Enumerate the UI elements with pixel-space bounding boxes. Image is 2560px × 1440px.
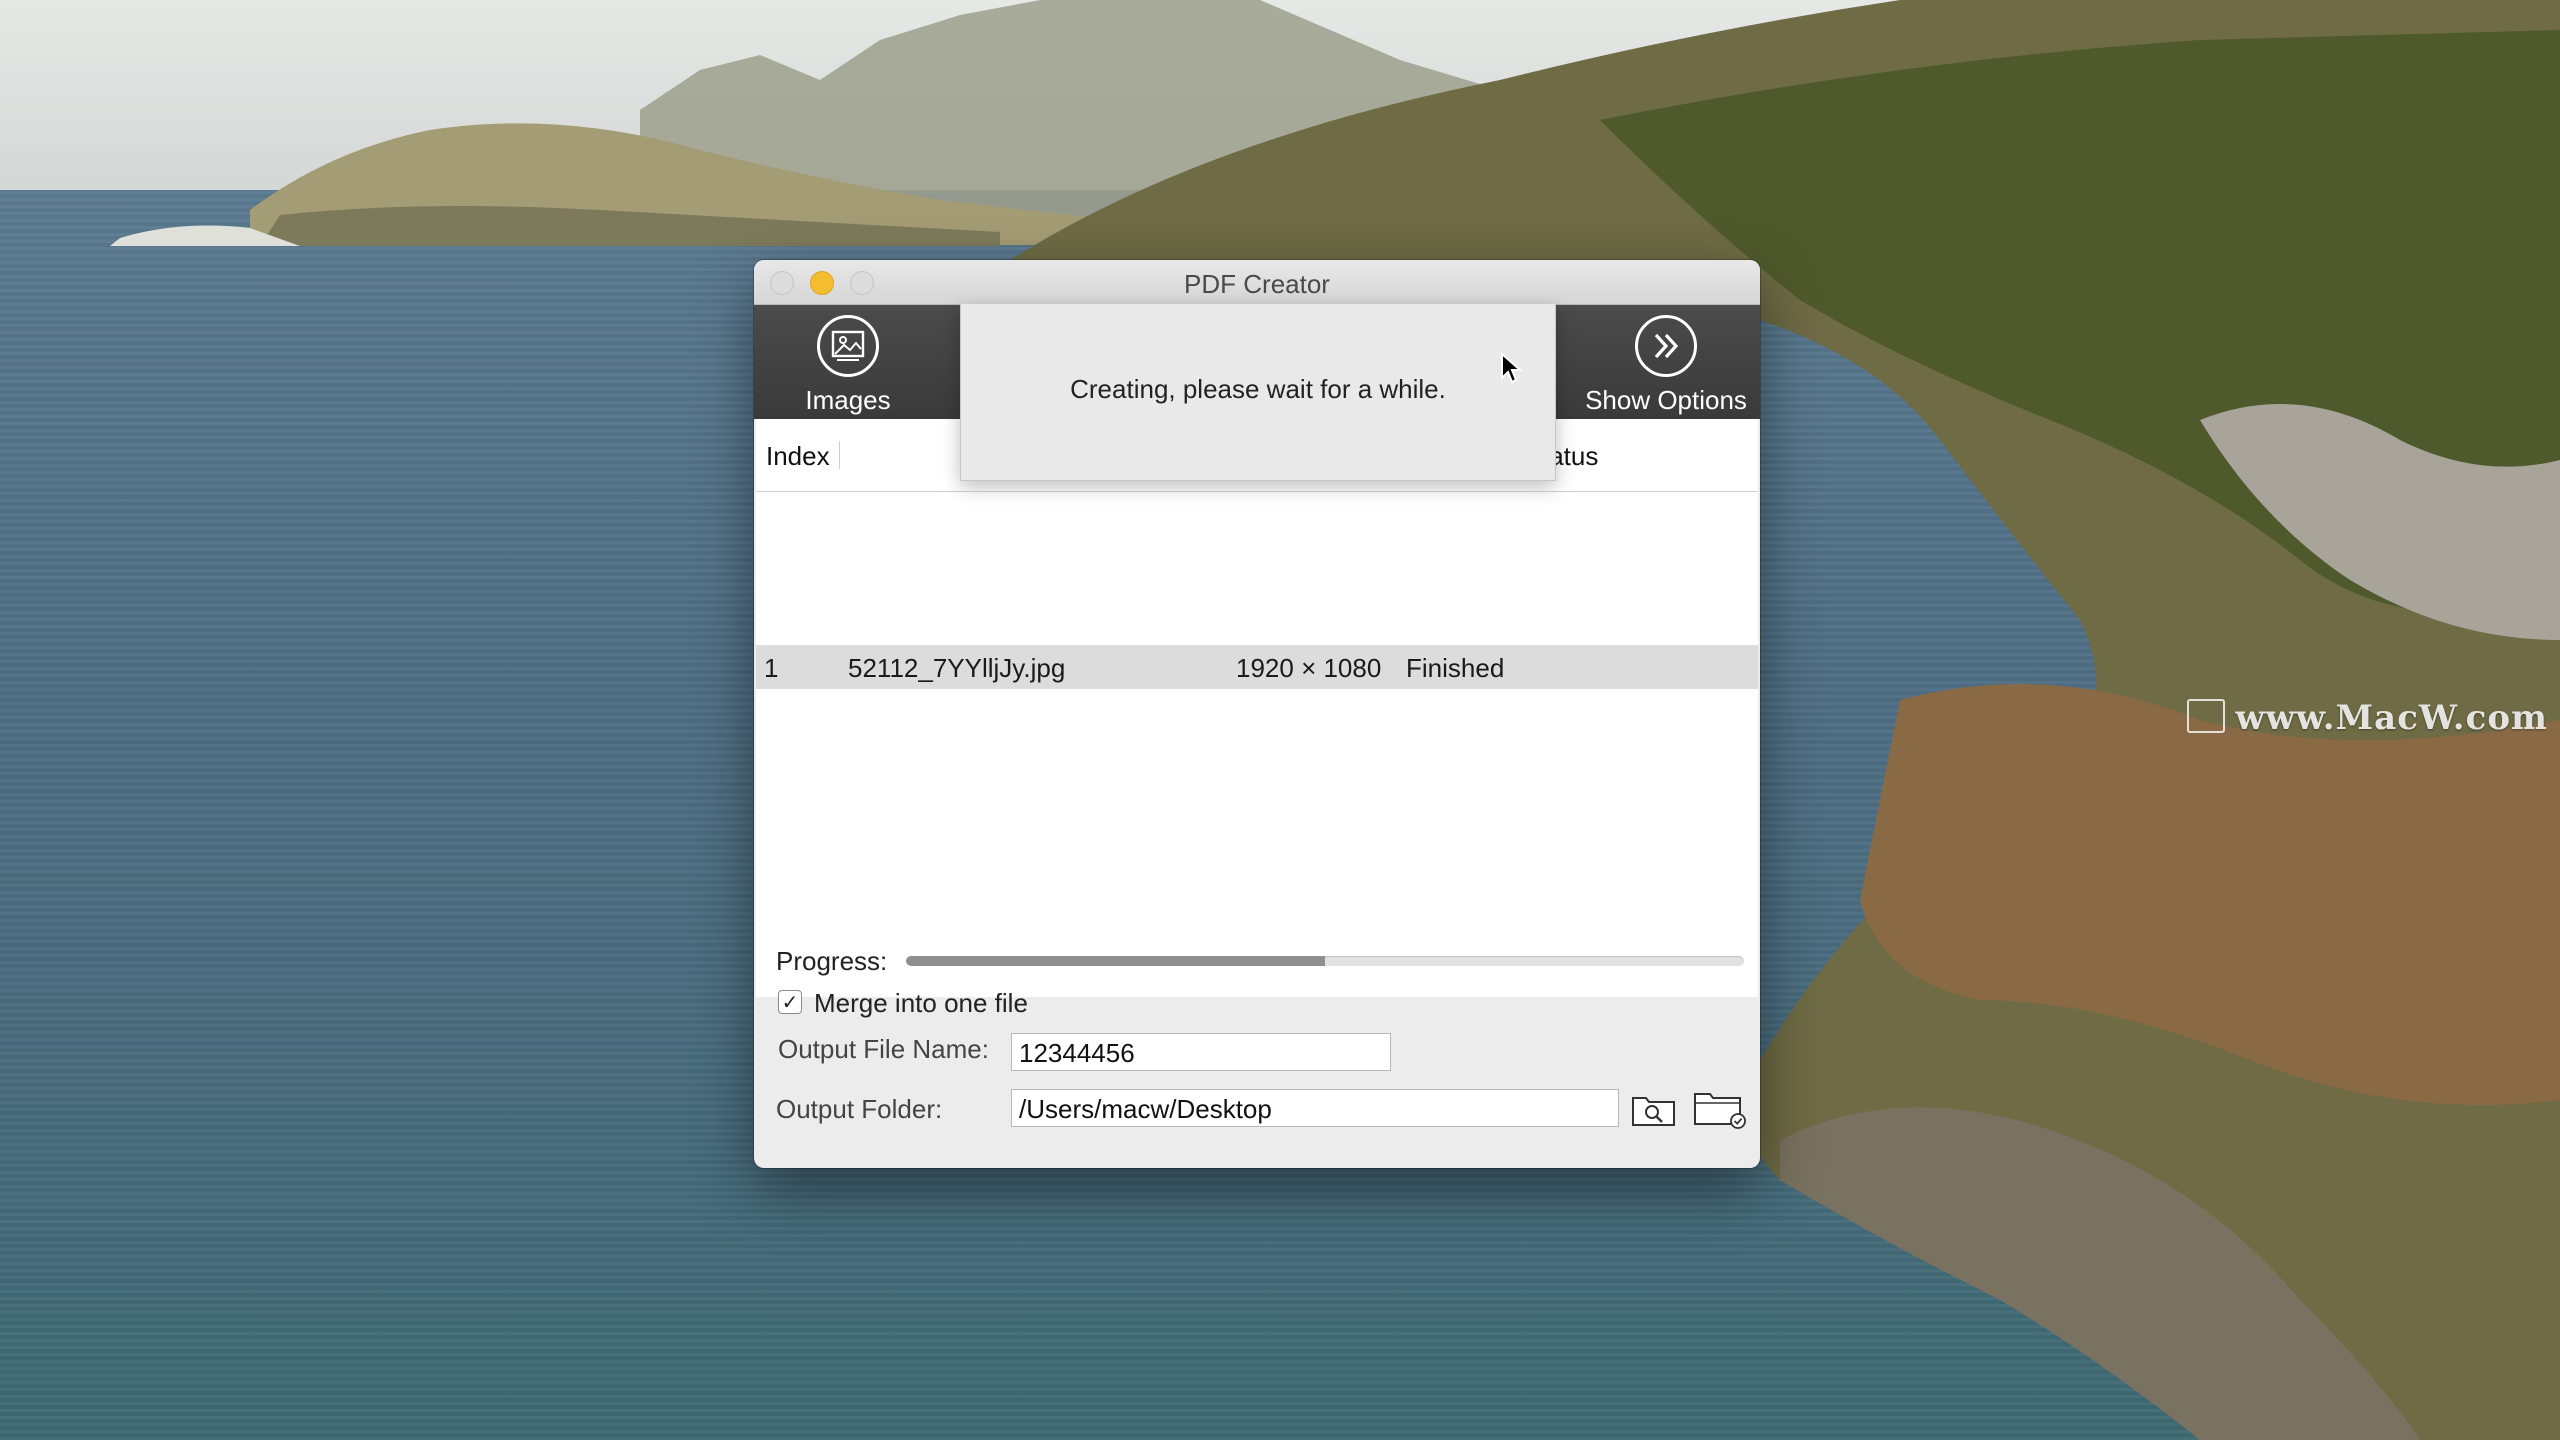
row-status: Finished <box>1406 653 1505 683</box>
title-bar[interactable]: PDF Creator <box>754 260 1760 305</box>
folder-search-icon[interactable] <box>1630 1090 1678 1133</box>
table-row[interactable]: 1 52112_7YYlljJy.jpg 1920 × 1080 Finishe… <box>756 645 1758 689</box>
sheet-message: Creating, please wait for a while. <box>1070 374 1446 404</box>
output-folder-label: Output Folder: <box>776 1094 943 1124</box>
progress-fill <box>906 956 1325 966</box>
image-icon <box>817 315 879 377</box>
progress-sheet: Creating, please wait for a while. <box>960 304 1556 481</box>
show-options-label: Show Options <box>1585 385 1747 415</box>
column-header-index[interactable]: Index <box>766 441 830 472</box>
images-button-label: Images <box>805 385 891 415</box>
images-button[interactable]: Images <box>778 305 918 419</box>
file-table: Index tatus 1 52112_7YYlljJy.jpg 1920 × … <box>756 419 1758 997</box>
mouse-pointer-icon <box>1500 351 1523 391</box>
output-folder-field[interactable]: /Users/macw/Desktop <box>1011 1089 1619 1127</box>
show-options-button[interactable]: Show Options <box>1576 305 1756 419</box>
column-divider <box>839 441 840 469</box>
double-chevron-right-icon <box>1635 315 1697 377</box>
row-file-name: 52112_7YYlljJy.jpg <box>848 653 1066 683</box>
merge-label: Merge into one file <box>814 988 1028 1018</box>
window-title: PDF Creator <box>1184 269 1330 299</box>
merge-checkbox[interactable]: ✓ <box>778 990 802 1014</box>
checkmark-icon: ✓ <box>781 991 799 1014</box>
folder-check-icon[interactable] <box>1692 1088 1748 1135</box>
row-dimensions: 1920 × 1080 <box>1236 653 1382 683</box>
progress-label: Progress: <box>776 946 888 976</box>
output-file-name-field[interactable]: 12344456 <box>1011 1033 1391 1071</box>
watermark: www.MacW.com <box>2187 698 2548 738</box>
watermark-logo-icon <box>2187 699 2226 733</box>
output-file-name-label: Output File Name: <box>778 1034 989 1064</box>
row-index: 1 <box>764 653 779 683</box>
progress-bar <box>906 956 1744 966</box>
